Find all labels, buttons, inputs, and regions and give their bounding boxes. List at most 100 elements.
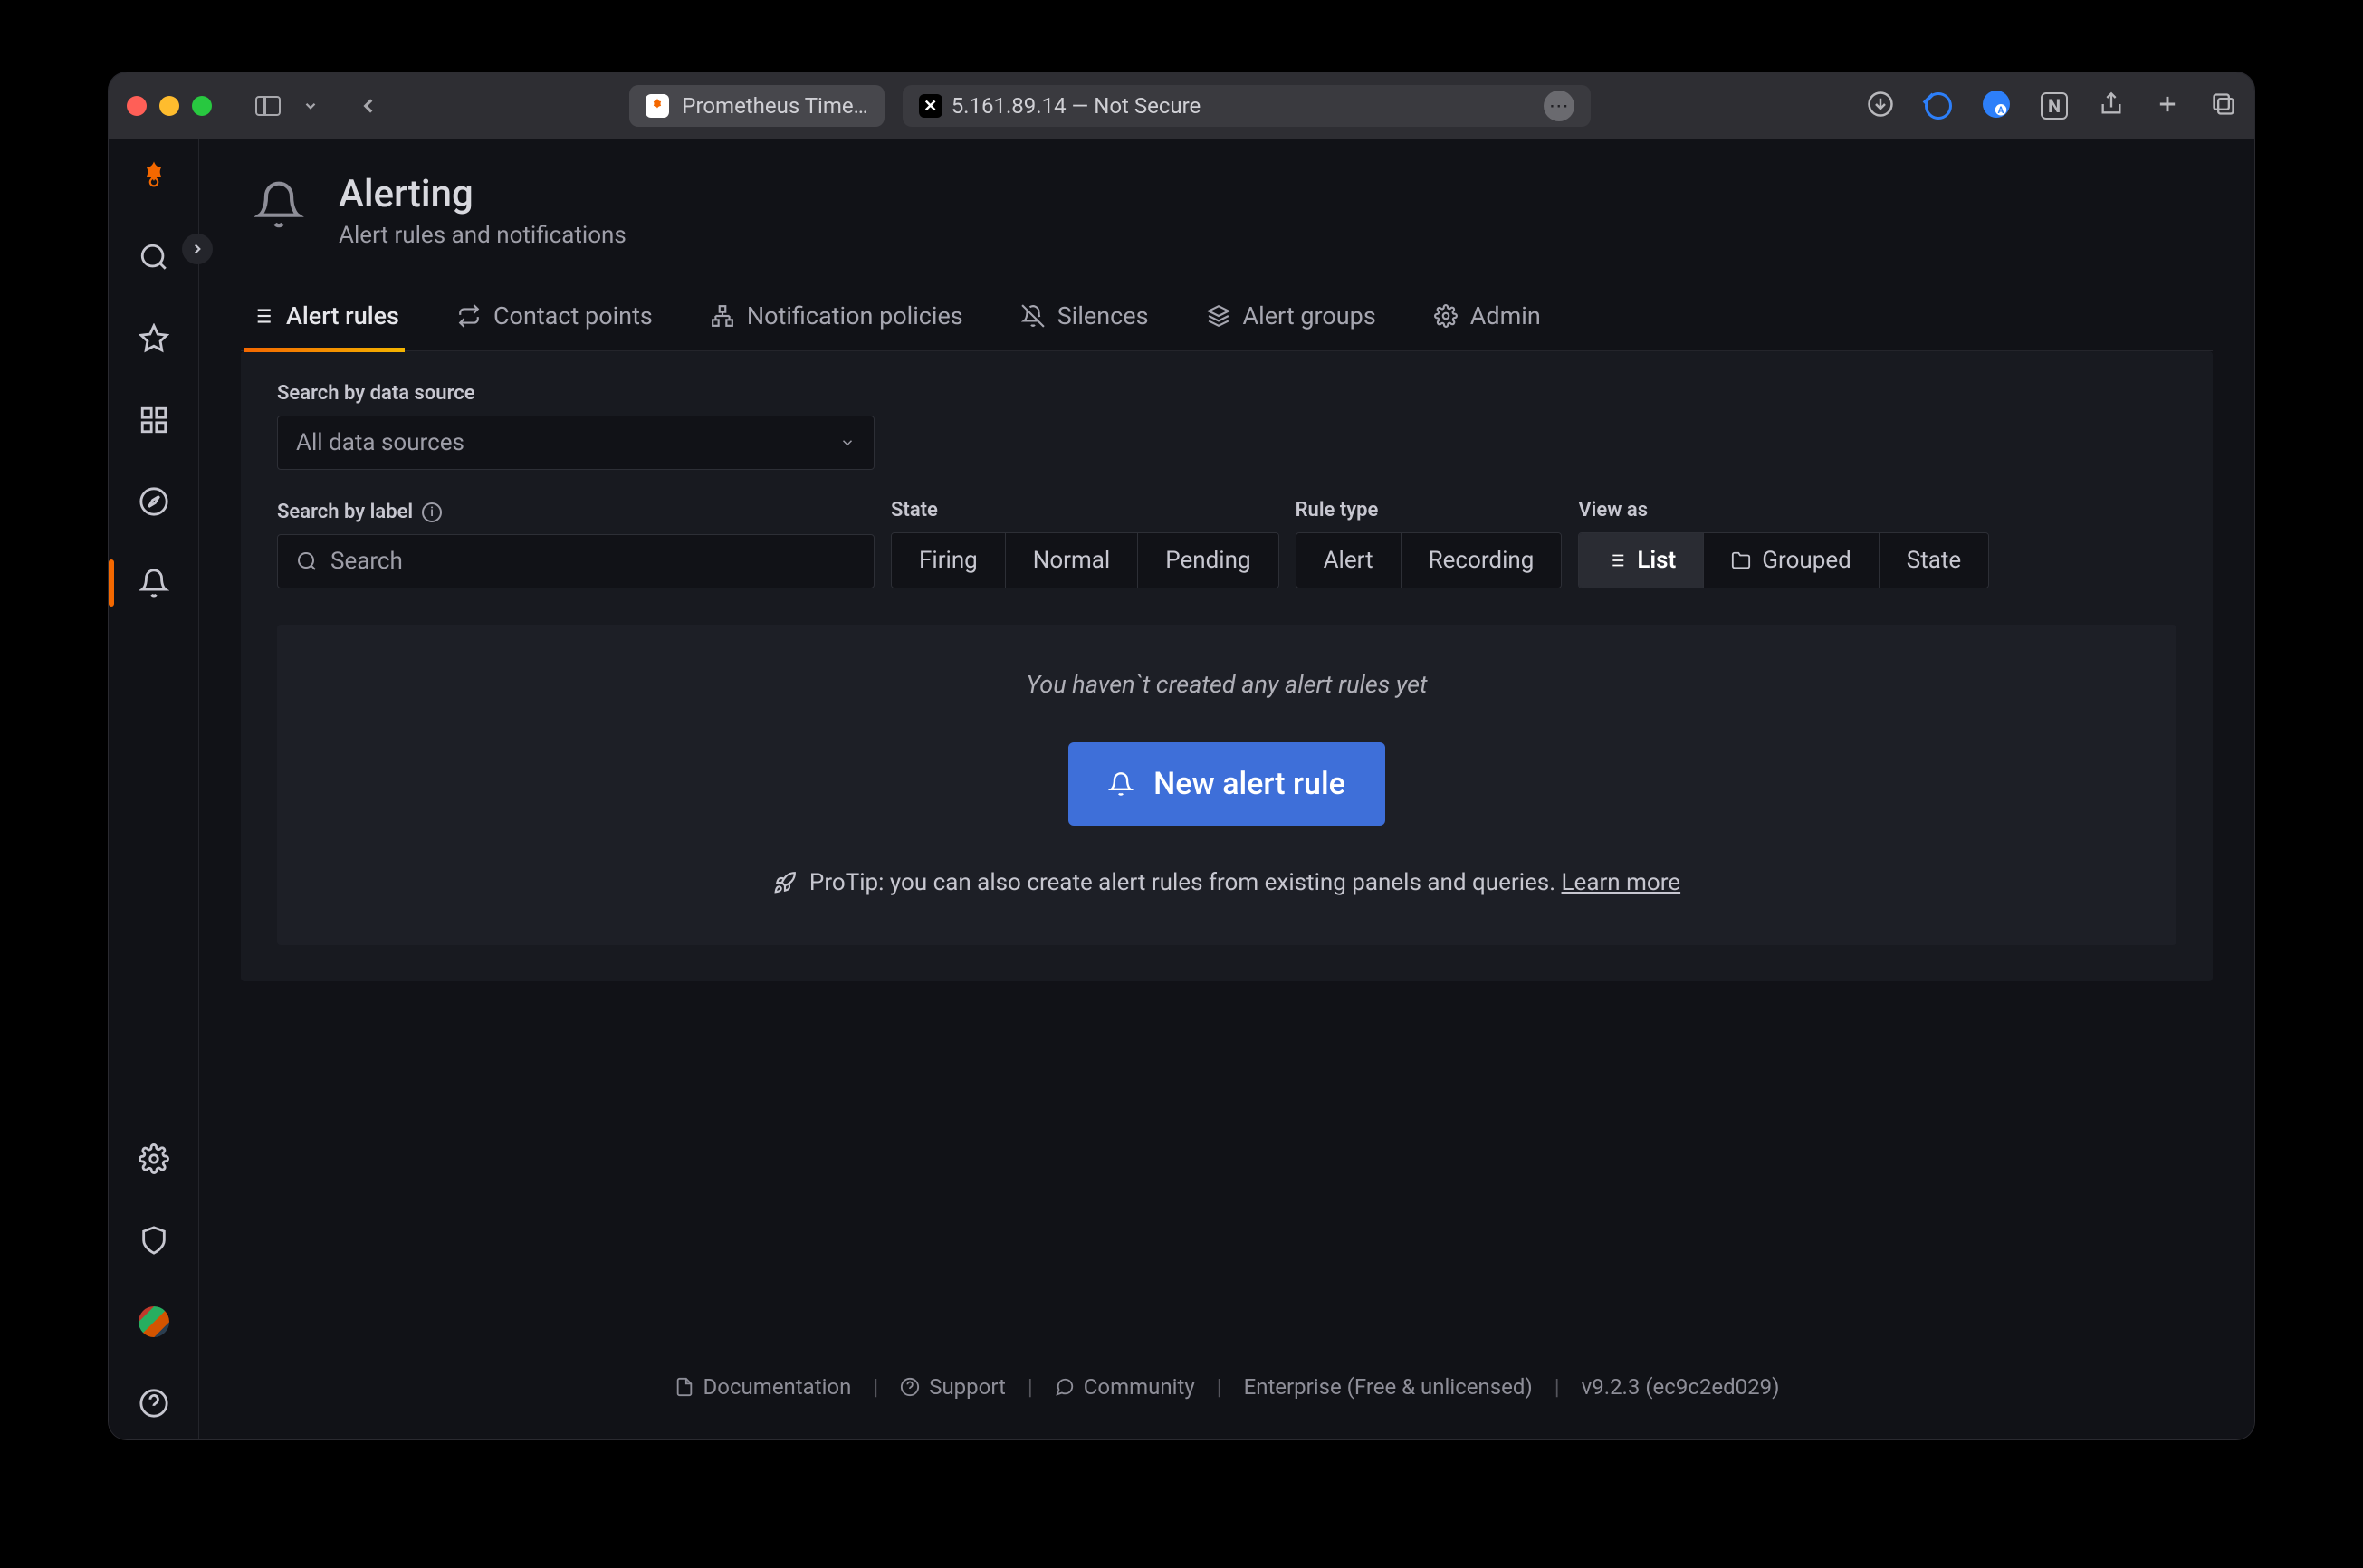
bell-icon bbox=[246, 172, 311, 237]
bell-icon bbox=[1108, 771, 1134, 797]
footer-community-link[interactable]: Community bbox=[1055, 1374, 1195, 1400]
server-admin-nav-button[interactable] bbox=[134, 1220, 174, 1260]
new-alert-rule-label: New alert rule bbox=[1153, 766, 1345, 802]
grafana-favicon-icon bbox=[646, 94, 669, 118]
list-icon bbox=[1606, 550, 1626, 570]
search-input[interactable]: Search bbox=[277, 534, 875, 588]
footer-documentation-link[interactable]: Documentation bbox=[674, 1374, 852, 1400]
tab-alert-rules[interactable]: Alert rules bbox=[246, 301, 403, 350]
avatar-icon bbox=[139, 1306, 169, 1337]
rule-type-toggle-group: Alert Recording bbox=[1296, 532, 1563, 588]
notion-extension-icon[interactable]: N bbox=[2041, 92, 2068, 120]
separator: | bbox=[1028, 1374, 1033, 1400]
page-subtitle: Alert rules and notifications bbox=[339, 222, 627, 249]
empty-state-panel: You haven`t created any alert rules yet … bbox=[277, 625, 2176, 945]
tab-label: Alert groups bbox=[1243, 301, 1376, 330]
tab-label: Contact points bbox=[493, 301, 653, 330]
tab-bar: Alert rules Contact points Notification … bbox=[241, 301, 2213, 351]
tab-label: Admin bbox=[1470, 301, 1541, 330]
footer: Documentation | Support | Community | En… bbox=[241, 1338, 2213, 1439]
tab-label: Silences bbox=[1057, 301, 1149, 330]
extension-icon[interactable]: A bbox=[1983, 91, 2010, 121]
state-normal-button[interactable]: Normal bbox=[1005, 533, 1137, 588]
rule-type-alert-button[interactable]: Alert bbox=[1296, 533, 1401, 588]
folder-icon bbox=[1731, 550, 1751, 570]
sidebar-toggle-button[interactable] bbox=[255, 96, 281, 116]
page-actions-button[interactable]: ⋯ bbox=[1544, 91, 1574, 121]
adblock-icon[interactable] bbox=[1925, 92, 1952, 120]
protip-text: ProTip: you can also create alert rules … bbox=[773, 869, 1680, 896]
separator: | bbox=[1555, 1374, 1560, 1400]
window-maximize-button[interactable] bbox=[192, 96, 212, 116]
expand-sidebar-button[interactable] bbox=[182, 234, 213, 264]
share-button[interactable] bbox=[2099, 91, 2124, 120]
dashboards-nav-button[interactable] bbox=[134, 400, 174, 440]
tab-admin[interactable]: Admin bbox=[1430, 301, 1545, 350]
tab-alert-groups[interactable]: Alert groups bbox=[1203, 301, 1380, 350]
state-pending-button[interactable]: Pending bbox=[1137, 533, 1277, 588]
address-bar[interactable]: ✕ 5.161.89.14 — Not Secure ⋯ bbox=[903, 85, 1591, 127]
starred-nav-button[interactable] bbox=[134, 319, 174, 359]
filter-panel: Search by data source All data sources S… bbox=[241, 351, 2213, 981]
search-icon bbox=[296, 550, 318, 572]
tab-dropdown-button[interactable] bbox=[302, 98, 319, 114]
state-toggle-group: Firing Normal Pending bbox=[891, 532, 1279, 588]
data-source-value: All data sources bbox=[296, 429, 464, 456]
search-placeholder: Search bbox=[330, 548, 403, 575]
footer-support-link[interactable]: Support bbox=[900, 1374, 1006, 1400]
page-header: Alerting Alert rules and notifications bbox=[241, 139, 2213, 249]
tab-label: Notification policies bbox=[747, 301, 963, 330]
data-source-select[interactable]: All data sources bbox=[277, 416, 875, 470]
info-icon[interactable]: i bbox=[422, 502, 442, 522]
explore-nav-button[interactable] bbox=[134, 482, 174, 521]
window-close-button[interactable] bbox=[127, 96, 147, 116]
chat-icon bbox=[1055, 1377, 1075, 1397]
separator: | bbox=[1217, 1374, 1222, 1400]
rule-type-label: Rule type bbox=[1296, 499, 1563, 521]
tab-label: Alert rules bbox=[286, 301, 399, 330]
view-as-toggle-group: List Grouped State bbox=[1578, 532, 1989, 588]
chevron-down-icon bbox=[839, 435, 856, 451]
footer-enterprise-text: Enterprise (Free & unlicensed) bbox=[1244, 1374, 1533, 1400]
tab-overview-button[interactable] bbox=[2211, 91, 2236, 120]
user-avatar-button[interactable] bbox=[134, 1302, 174, 1342]
learn-more-link[interactable]: Learn more bbox=[1562, 869, 1681, 896]
rule-type-recording-button[interactable]: Recording bbox=[1401, 533, 1562, 588]
view-list-button[interactable]: List bbox=[1579, 533, 1703, 588]
question-icon bbox=[900, 1377, 920, 1397]
tab-notification-policies[interactable]: Notification policies bbox=[707, 301, 967, 350]
new-tab-button[interactable] bbox=[2155, 91, 2180, 120]
search-label: Search by label i bbox=[277, 501, 875, 523]
tab-contact-points[interactable]: Contact points bbox=[454, 301, 656, 350]
browser-tab-active[interactable]: Prometheus Time… bbox=[629, 85, 884, 127]
nav-sidebar bbox=[109, 139, 199, 1439]
browser-tab-label: Prometheus Time… bbox=[682, 93, 867, 119]
main-content: Alerting Alert rules and notifications A… bbox=[199, 139, 2254, 1439]
grafana-logo-icon[interactable] bbox=[134, 156, 174, 196]
view-state-button[interactable]: State bbox=[1879, 533, 1988, 588]
downloads-button[interactable] bbox=[1867, 91, 1894, 121]
data-source-label: Search by data source bbox=[277, 382, 2176, 405]
svg-text:A: A bbox=[1998, 106, 2004, 116]
rocket-icon bbox=[773, 871, 797, 894]
document-icon bbox=[674, 1377, 694, 1397]
configuration-nav-button[interactable] bbox=[134, 1139, 174, 1179]
browser-window: Prometheus Time… ✕ 5.161.89.14 — Not Sec… bbox=[109, 72, 2254, 1439]
alerting-nav-button[interactable] bbox=[134, 563, 174, 603]
view-grouped-button[interactable]: Grouped bbox=[1703, 533, 1878, 588]
nav-back-button[interactable] bbox=[357, 94, 380, 118]
new-alert-rule-button[interactable]: New alert rule bbox=[1068, 742, 1385, 826]
footer-version-text: v9.2.3 (ec9c2ed029) bbox=[1582, 1374, 1780, 1400]
titlebar: Prometheus Time… ✕ 5.161.89.14 — Not Sec… bbox=[109, 72, 2254, 139]
help-nav-button[interactable] bbox=[134, 1383, 174, 1423]
empty-message: You haven`t created any alert rules yet bbox=[1026, 670, 1427, 699]
window-minimize-button[interactable] bbox=[159, 96, 179, 116]
address-text: 5.161.89.14 — Not Secure bbox=[952, 93, 1201, 119]
state-firing-button[interactable]: Firing bbox=[892, 533, 1005, 588]
search-nav-button[interactable] bbox=[134, 237, 174, 277]
tab-silences[interactable]: Silences bbox=[1018, 301, 1153, 350]
page-title: Alerting bbox=[339, 172, 627, 216]
state-label: State bbox=[891, 499, 1279, 521]
site-insecure-icon: ✕ bbox=[919, 94, 942, 118]
app-body: Alerting Alert rules and notifications A… bbox=[109, 139, 2254, 1439]
